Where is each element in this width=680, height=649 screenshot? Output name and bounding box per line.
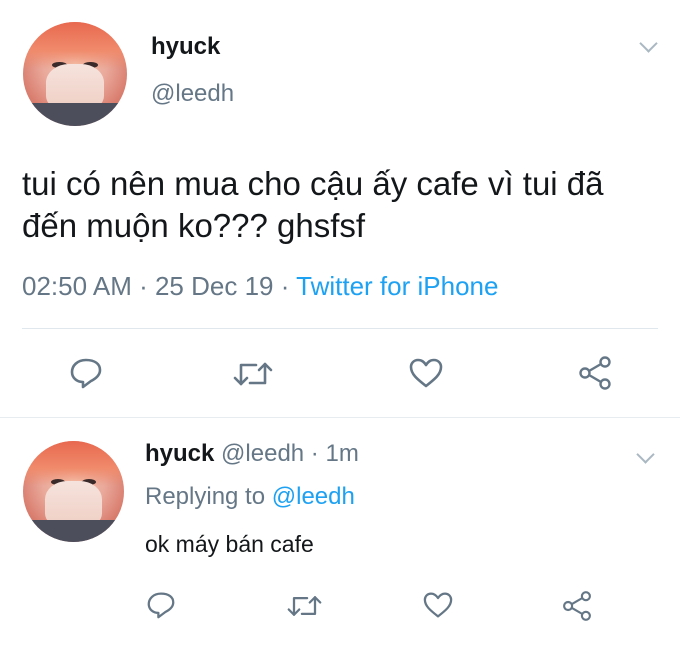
chevron-down-icon[interactable]: [636, 445, 655, 464]
tweet-text: tui có nên mua cho cậu ấy cafe vì tui đã…: [22, 165, 604, 244]
retweet-icon[interactable]: [232, 358, 274, 390]
tweet-time: 02:50 AM: [22, 271, 132, 301]
divider: [22, 328, 658, 329]
retweet-icon[interactable]: [286, 592, 323, 620]
share-icon[interactable]: [561, 590, 593, 622]
reply-display-name[interactable]: hyuck: [145, 440, 214, 467]
meta-separator: ·: [131, 271, 155, 301]
like-icon[interactable]: [422, 591, 454, 619]
meta-separator: ·: [273, 271, 297, 301]
reply-handle[interactable]: @leedh: [221, 440, 304, 467]
reply-icon[interactable]: [146, 591, 176, 619]
reply-text: ok máy bán cafe: [145, 531, 314, 557]
reply-header: hyuck @leedh · 1m: [145, 440, 359, 468]
replying-to: Replying to @leedh: [145, 483, 355, 511]
user-handle[interactable]: @leedh: [151, 80, 234, 108]
tweet-meta: 02:50 AM · 25 Dec 19 · Twitter for iPhon…: [22, 271, 498, 302]
chevron-down-icon[interactable]: [639, 34, 658, 53]
tweet-date: 25 Dec 19: [154, 271, 274, 301]
display-name[interactable]: hyuck: [151, 33, 220, 61]
replying-prefix: Replying to: [145, 483, 272, 510]
share-icon[interactable]: [577, 355, 613, 391]
section-divider: [0, 417, 680, 418]
meta-separator: ·: [304, 440, 326, 467]
avatar[interactable]: [23, 22, 127, 126]
tweet-source-link[interactable]: Twitter for iPhone: [296, 271, 498, 301]
reply-age: 1m: [325, 440, 359, 467]
reply-avatar[interactable]: [23, 441, 124, 542]
like-icon[interactable]: [408, 357, 444, 389]
replying-to-link[interactable]: @leedh: [272, 483, 355, 510]
reply-icon[interactable]: [69, 357, 103, 389]
